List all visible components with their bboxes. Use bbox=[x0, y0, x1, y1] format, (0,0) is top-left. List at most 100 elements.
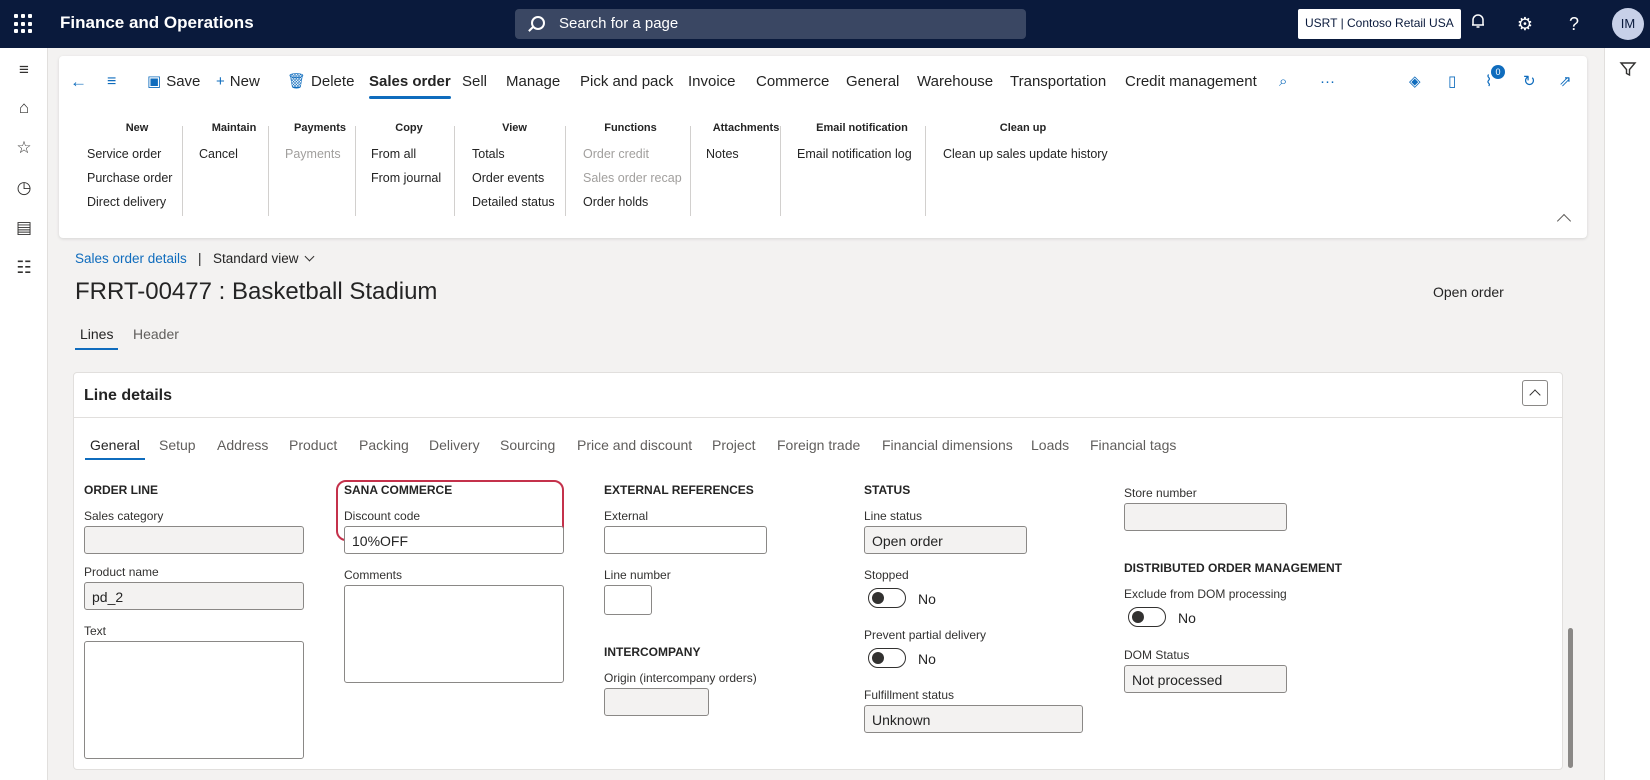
prevent-partial-delivery-value: No bbox=[918, 651, 936, 667]
from-journal-button[interactable]: From journal bbox=[371, 170, 447, 194]
section-external-references: EXTERNAL REFERENCES bbox=[604, 483, 754, 497]
tab-price-and-discount[interactable]: Price and discount bbox=[577, 437, 692, 453]
delete-button[interactable]: 🗑 Delete bbox=[287, 70, 354, 94]
tab-warehouse[interactable]: Warehouse bbox=[917, 70, 993, 94]
tab-lines[interactable]: Lines bbox=[74, 326, 120, 350]
tab-sourcing[interactable]: Sourcing bbox=[500, 437, 555, 453]
cancel-button[interactable]: Cancel bbox=[199, 146, 269, 170]
tab-pick-and-pack[interactable]: Pick and pack bbox=[580, 70, 673, 94]
star-icon[interactable]: ☆ bbox=[12, 136, 36, 160]
tab-foreign-trade[interactable]: Foreign trade bbox=[777, 437, 860, 453]
fulfillment-status-field[interactable]: Unknown bbox=[864, 705, 1083, 733]
workspaces-icon[interactable]: ▤ bbox=[12, 216, 36, 240]
product-name-field[interactable]: pd_2 bbox=[84, 582, 304, 610]
discount-code-field[interactable]: 10%OFF bbox=[344, 526, 564, 554]
hamburger-icon[interactable]: ≡ bbox=[12, 58, 36, 82]
tab-general[interactable]: General bbox=[85, 437, 145, 460]
app-title[interactable]: Finance and Operations bbox=[60, 13, 254, 33]
origin-field[interactable] bbox=[604, 688, 709, 716]
back-arrow-icon[interactable]: ← bbox=[70, 70, 87, 94]
email-notification-log-button[interactable]: Email notification log bbox=[797, 146, 927, 170]
search-icon[interactable]: ⌕ bbox=[1279, 70, 1287, 94]
order-holds-button[interactable]: Order holds bbox=[583, 194, 678, 218]
tab-transportation[interactable]: Transportation bbox=[1010, 70, 1106, 94]
from-all-button[interactable]: From all bbox=[371, 146, 447, 170]
order-events-button[interactable]: Order events bbox=[472, 170, 557, 194]
power-apps-icon[interactable]: ◈ bbox=[1409, 70, 1421, 94]
divider bbox=[74, 417, 1562, 418]
direct-delivery-button[interactable]: Direct delivery bbox=[87, 194, 187, 218]
panel-title[interactable]: Line details bbox=[84, 387, 172, 405]
modules-list-icon[interactable]: ☷ bbox=[12, 256, 36, 280]
vertical-scrollbar[interactable] bbox=[1568, 628, 1573, 768]
tab-loads[interactable]: Loads bbox=[1031, 437, 1069, 453]
view-selector[interactable]: Standard view bbox=[213, 251, 315, 266]
tab-commerce[interactable]: Commerce bbox=[756, 70, 829, 94]
ribbon-group-attachments: Attachments Notes bbox=[706, 122, 786, 170]
search-input[interactable]: Search for a page bbox=[515, 9, 1026, 39]
store-number-field[interactable] bbox=[1124, 503, 1287, 531]
new-button[interactable]: + New bbox=[216, 70, 260, 94]
sales-order-recap-button[interactable]: Sales order recap bbox=[583, 170, 682, 194]
service-order-button[interactable]: Service order bbox=[87, 146, 187, 170]
tab-setup[interactable]: Setup bbox=[159, 437, 196, 453]
open-new-window-icon[interactable]: ⇗ bbox=[1559, 70, 1572, 94]
menu-lines-icon[interactable]: ≡ bbox=[107, 70, 116, 94]
gear-icon[interactable]: ⚙ bbox=[1513, 12, 1537, 36]
line-number-field[interactable] bbox=[604, 585, 652, 615]
tab-invoice[interactable]: Invoice bbox=[688, 70, 736, 94]
purchase-order-button[interactable]: Purchase order bbox=[87, 170, 187, 194]
text-area[interactable] bbox=[84, 641, 304, 759]
save-icon: ▣ bbox=[147, 73, 162, 90]
more-options-icon[interactable]: ··· bbox=[1320, 70, 1335, 94]
stopped-toggle[interactable] bbox=[868, 588, 906, 608]
stopped-value: No bbox=[918, 591, 936, 607]
prevent-partial-delivery-toggle[interactable] bbox=[868, 648, 906, 668]
breadcrumb[interactable]: Sales order details bbox=[75, 251, 187, 266]
bell-icon[interactable] bbox=[1466, 12, 1490, 36]
tab-delivery[interactable]: Delivery bbox=[429, 437, 480, 453]
collapse-ribbon-icon[interactable] bbox=[1556, 213, 1572, 229]
ribbon-group-email-notification: Email notification Email notification lo… bbox=[797, 122, 927, 170]
external-field[interactable] bbox=[604, 526, 767, 554]
help-icon[interactable]: ? bbox=[1562, 12, 1586, 36]
tab-general[interactable]: General bbox=[846, 70, 899, 94]
home-icon[interactable]: ⌂ bbox=[12, 96, 36, 120]
line-status-field[interactable]: Open order bbox=[864, 526, 1027, 554]
search-placeholder: Search for a page bbox=[559, 15, 679, 32]
clean-up-sales-update-history-button[interactable]: Clean up sales update history bbox=[943, 146, 1108, 170]
payments-button[interactable]: Payments bbox=[285, 146, 355, 170]
save-button[interactable]: ▣ Save bbox=[147, 70, 200, 94]
tab-sales-order[interactable]: Sales order bbox=[369, 70, 451, 99]
left-navigation: ≡ ⌂ ☆ ◷ ▤ ☷ bbox=[0, 48, 48, 780]
recent-clock-icon[interactable]: ◷ bbox=[12, 176, 36, 200]
trash-icon: 🗑 bbox=[287, 73, 307, 90]
notes-button[interactable]: Notes bbox=[706, 146, 786, 170]
dom-status-field[interactable]: Not processed bbox=[1124, 665, 1287, 693]
company-picker[interactable]: USRT | Contoso Retail USA bbox=[1298, 9, 1461, 39]
tab-packing[interactable]: Packing bbox=[359, 437, 409, 453]
tab-address[interactable]: Address bbox=[217, 437, 268, 453]
tab-credit-management[interactable]: Credit management bbox=[1125, 70, 1257, 94]
detailed-status-button[interactable]: Detailed status bbox=[472, 194, 557, 218]
tab-manage[interactable]: Manage bbox=[506, 70, 560, 94]
attachments-icon[interactable]: ⌇ 0 bbox=[1485, 65, 1505, 94]
tab-financial-tags[interactable]: Financial tags bbox=[1090, 437, 1176, 453]
tab-product[interactable]: Product bbox=[289, 437, 337, 453]
app-launcher-icon[interactable] bbox=[14, 14, 34, 34]
avatar[interactable]: IM bbox=[1612, 8, 1644, 40]
exclude-dom-toggle[interactable] bbox=[1128, 607, 1166, 627]
refresh-icon[interactable]: ↻ bbox=[1523, 70, 1536, 94]
collapse-panel-button[interactable] bbox=[1522, 380, 1548, 406]
tab-project[interactable]: Project bbox=[712, 437, 756, 453]
chevron-down-icon bbox=[304, 251, 315, 262]
office-icon[interactable]: ▯ bbox=[1448, 70, 1456, 94]
sales-category-field[interactable] bbox=[84, 526, 304, 554]
comments-area[interactable] bbox=[344, 585, 564, 683]
tab-financial-dimensions[interactable]: Financial dimensions bbox=[882, 437, 1013, 453]
totals-button[interactable]: Totals bbox=[472, 146, 557, 170]
tab-header[interactable]: Header bbox=[133, 326, 179, 342]
order-credit-button[interactable]: Order credit bbox=[583, 146, 678, 170]
filter-icon[interactable] bbox=[1619, 60, 1637, 78]
tab-sell[interactable]: Sell bbox=[462, 70, 487, 94]
